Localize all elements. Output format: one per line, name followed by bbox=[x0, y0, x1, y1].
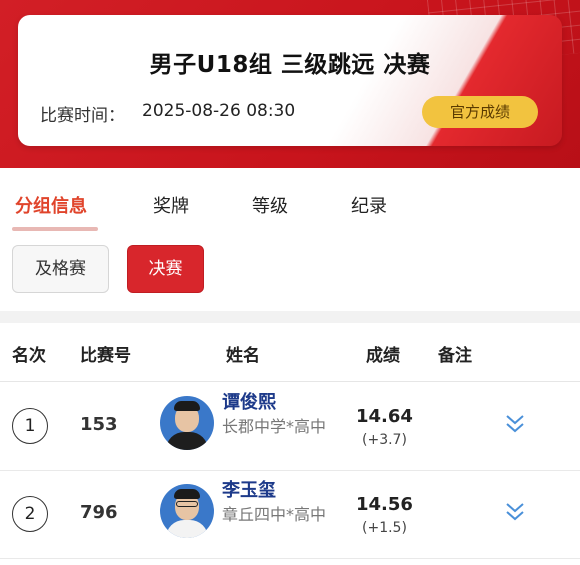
tab-records[interactable]: 纪录 bbox=[351, 192, 387, 218]
table-row[interactable]: 2 796 李玉玺 章丘四中*高中 14.56 (+1.5) bbox=[0, 470, 580, 559]
qualifying-round-button[interactable]: 及格赛 bbox=[12, 245, 109, 293]
athlete-school: 章丘四中*高中 bbox=[222, 505, 327, 524]
tab-bar: 分组信息 奖牌 等级 纪录 bbox=[0, 168, 580, 232]
athlete-avatar bbox=[160, 396, 214, 450]
time-label: 比赛时间： bbox=[40, 106, 125, 126]
wind-reading: (+1.5) bbox=[362, 520, 407, 536]
section-divider bbox=[0, 311, 580, 323]
header-rank: 名次 bbox=[12, 346, 46, 366]
tab-group-info[interactable]: 分组信息 bbox=[15, 192, 87, 218]
rank-badge: 2 bbox=[12, 496, 48, 532]
athlete-name[interactable]: 谭俊熙 bbox=[222, 388, 276, 414]
event-card: 男子U18组 三级跳远 决赛 比赛时间： 2025-08-26 08:30 官方… bbox=[18, 15, 562, 146]
final-round-button[interactable]: 决赛 bbox=[127, 245, 204, 293]
bib-number: 796 bbox=[80, 502, 118, 523]
official-results-button[interactable]: 官方成绩 bbox=[422, 96, 538, 128]
athlete-school: 长郡中学*高中 bbox=[222, 417, 327, 436]
time-value: 2025-08-26 08:30 bbox=[142, 101, 296, 121]
event-title: 男子U18组 三级跳远 决赛 bbox=[149, 52, 431, 78]
double-chevron-down-icon[interactable] bbox=[500, 412, 530, 436]
tab-medals[interactable]: 奖牌 bbox=[153, 192, 189, 218]
result-mark: 14.56 bbox=[356, 494, 413, 515]
table-row[interactable]: 1 153 谭俊熙 长郡中学*高中 14.64 (+3.7) bbox=[0, 382, 580, 471]
header-note: 备注 bbox=[438, 346, 472, 366]
athlete-avatar bbox=[160, 484, 214, 538]
header-banner: 男子U18组 三级跳远 决赛 比赛时间： 2025-08-26 08:30 官方… bbox=[0, 0, 580, 168]
wind-reading: (+3.7) bbox=[362, 432, 407, 448]
tab-grades[interactable]: 等级 bbox=[252, 192, 288, 218]
active-tab-indicator bbox=[12, 227, 98, 231]
header-result: 成绩 bbox=[366, 346, 400, 366]
result-mark: 14.64 bbox=[356, 406, 413, 427]
double-chevron-down-icon[interactable] bbox=[500, 500, 530, 524]
rank-badge: 1 bbox=[12, 408, 48, 444]
header-name: 姓名 bbox=[226, 346, 260, 366]
bib-number: 153 bbox=[80, 414, 118, 435]
athlete-name[interactable]: 李玉玺 bbox=[222, 476, 276, 502]
results-table-header: 名次 比赛号 姓名 成绩 备注 bbox=[0, 323, 580, 382]
round-filter: 及格赛 决赛 bbox=[0, 232, 580, 312]
header-bib: 比赛号 bbox=[80, 346, 131, 366]
